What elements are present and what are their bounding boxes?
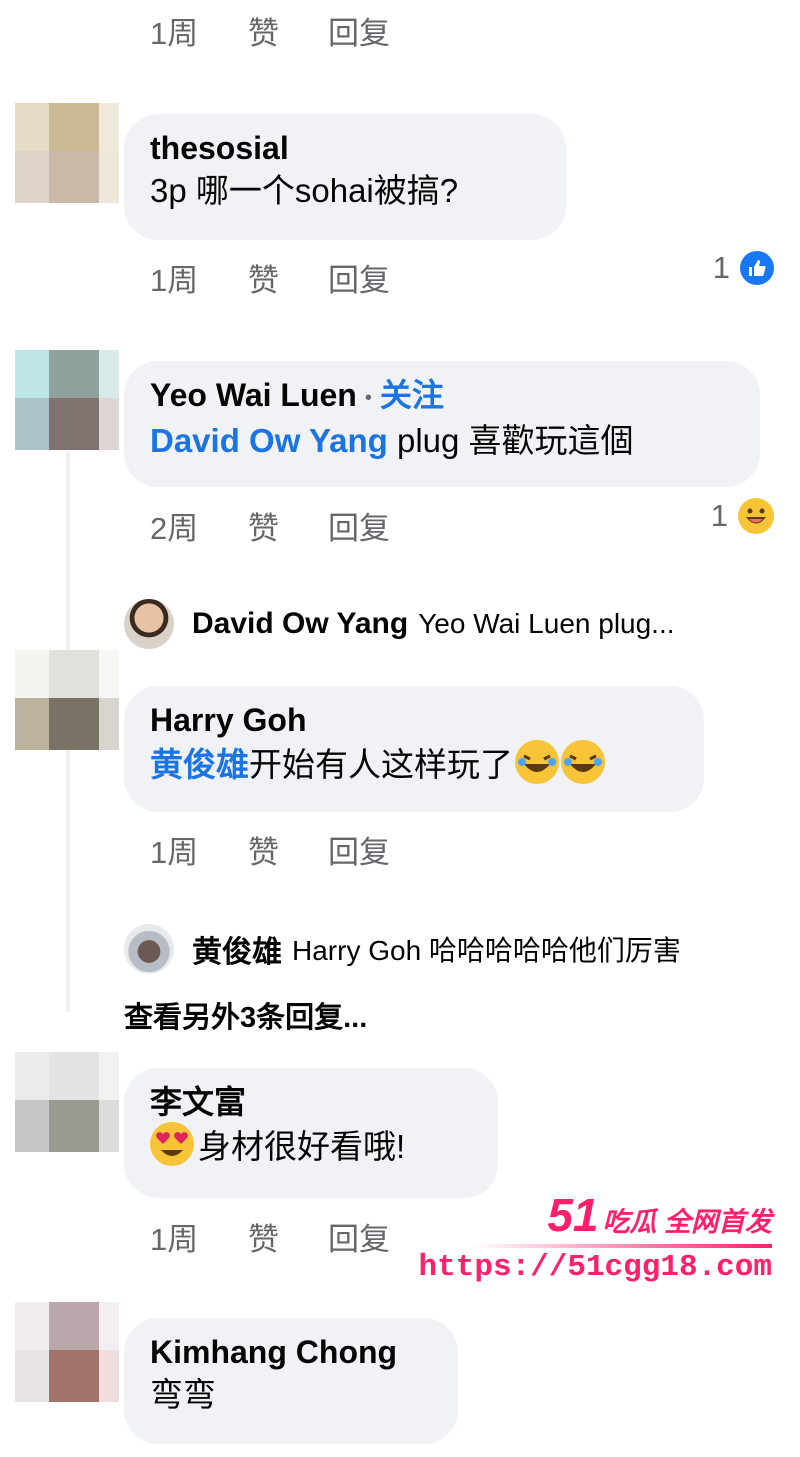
avatar[interactable] (15, 1302, 119, 1402)
avatar[interactable] (15, 650, 119, 750)
like-button[interactable]: 赞 (248, 827, 328, 872)
reply-author[interactable]: David Ow Yang (192, 607, 408, 641)
commenter-name[interactable]: thesosial (150, 128, 540, 168)
reply-button[interactable]: 回复 (328, 827, 390, 872)
watermark-brand-text: 吃瓜 全网首发 (602, 1207, 772, 1237)
comment-actions: 1周 赞 回复 (150, 1214, 390, 1259)
comment-text: 黄俊雄开始有人这样玩了 (150, 740, 678, 788)
watermark-brand-number: 51 (547, 1189, 599, 1241)
comment-actions: 1周 赞 回复 (150, 827, 390, 872)
comment-bubble: Kimhang Chong 弯弯 (124, 1318, 458, 1444)
comment-text: 3p 哪一个sohai被搞? (150, 172, 459, 209)
reply-button[interactable]: 回复 (328, 503, 390, 548)
laughing-emoji-icon (515, 740, 559, 784)
reply-preview[interactable]: David Ow Yang Yeo Wai Luen plug... (124, 599, 675, 649)
avatar[interactable] (15, 350, 119, 450)
like-button[interactable]: 赞 (248, 8, 328, 53)
comment-header: Yeo Wai Luen • 关注 (150, 375, 734, 418)
separator-dot: • (364, 386, 372, 409)
reply-preview[interactable]: 黄俊雄 Harry Goh 哈哈哈哈哈他们厉害 (124, 924, 681, 974)
like-button[interactable]: 赞 (248, 503, 328, 548)
reaction-summary[interactable]: 1 (711, 498, 774, 534)
comment-bubble: thesosial 3p 哪一个sohai被搞? (124, 114, 566, 240)
commenter-name[interactable]: 李文富 (150, 1082, 472, 1122)
like-icon (740, 251, 774, 285)
comment-time: 2周 (150, 510, 199, 546)
commenter-name[interactable]: Kimhang Chong (150, 1332, 432, 1372)
comment-text: 弯弯 (150, 1376, 216, 1413)
laughing-emoji-icon (561, 740, 605, 784)
comment-body: 开始有人这样玩了 (249, 746, 513, 783)
reply-author[interactable]: 黄俊雄 (192, 927, 282, 971)
comment-time: 1周 (150, 1221, 199, 1257)
comment-actions: 1周 赞 回复 (150, 255, 390, 300)
comment-time: 1周 (150, 15, 199, 51)
view-more-replies-link[interactable]: 查看另外3条回复... (124, 994, 367, 1036)
heart-eyes-emoji-icon (150, 1122, 194, 1166)
watermark-url: https://51cgg18.com (418, 1250, 772, 1285)
reaction-count: 1 (712, 250, 730, 285)
comment-time: 1周 (150, 262, 199, 298)
comment-body: plug 喜歡玩這個 (387, 421, 634, 459)
like-button[interactable]: 赞 (248, 1214, 328, 1259)
reply-avatar (124, 924, 174, 974)
comment-text: 身材很好看哦! (150, 1122, 472, 1170)
reply-button[interactable]: 回复 (328, 255, 390, 300)
comment-time: 1周 (150, 834, 199, 870)
commenter-name[interactable]: Yeo Wai Luen (150, 377, 357, 413)
comment-bubble: 李文富 身材很好看哦! (124, 1068, 498, 1198)
comment-body: 身材很好看哦! (198, 1128, 406, 1165)
avatar[interactable] (15, 1052, 119, 1152)
watermark-divider (472, 1244, 772, 1248)
comment-text: David Ow Yang plug 喜歡玩這個 (150, 418, 734, 464)
avatar[interactable] (15, 103, 119, 203)
commenter-name[interactable]: Harry Goh (150, 700, 678, 740)
follow-button[interactable]: 关注 (380, 377, 444, 413)
reply-text: Yeo Wai Luen plug... (418, 608, 675, 639)
laugh-icon (738, 498, 774, 534)
reply-button[interactable]: 回复 (328, 8, 390, 53)
like-button[interactable]: 赞 (248, 255, 328, 300)
reply-text: Harry Goh 哈哈哈哈哈他们厉害 (292, 935, 681, 966)
reaction-summary[interactable]: 1 (713, 250, 774, 286)
comment-bubble: Yeo Wai Luen • 关注 David Ow Yang plug 喜歡玩這個 (124, 361, 760, 487)
comment-actions: 2周 赞 回复 (150, 503, 390, 548)
reply-button[interactable]: 回复 (328, 1214, 390, 1259)
mention-link[interactable]: 黄俊雄 (150, 746, 249, 783)
reaction-count: 1 (710, 498, 728, 533)
mention-link[interactable]: David Ow Yang (150, 422, 388, 459)
reply-avatar (124, 599, 174, 649)
comment-actions: 1周 赞 回复 (150, 8, 390, 53)
comment-bubble: Harry Goh 黄俊雄开始有人这样玩了 (124, 686, 704, 812)
watermark: 51 吃瓜 全网首发 https://51cgg18.com (419, 1188, 772, 1285)
